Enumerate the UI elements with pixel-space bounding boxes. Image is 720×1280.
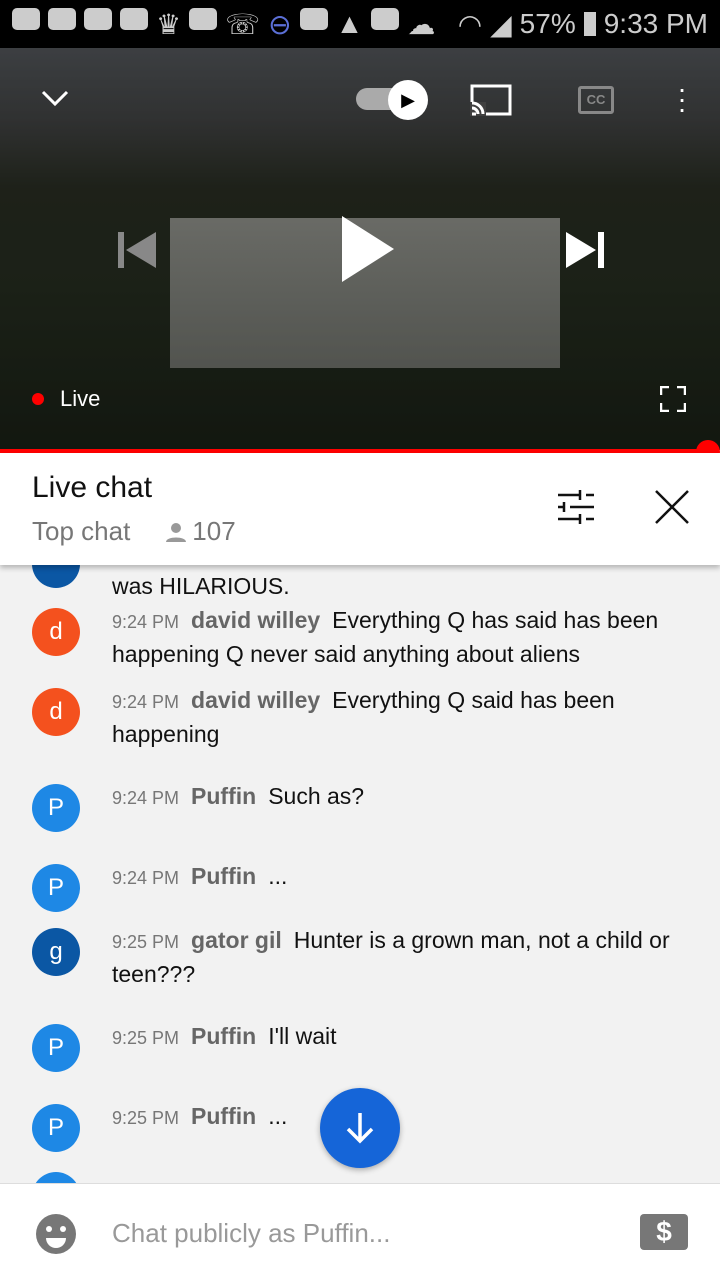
battery-percent: 57% — [519, 8, 576, 39]
message-author[interactable]: gator gil — [191, 927, 282, 953]
live-dot — [32, 393, 44, 405]
status-bar: ♛ ☏ ⊖ ▲ ☁ ◠ ◢ 57% 9:33 PM — [0, 0, 720, 48]
emoji-icon[interactable] — [36, 1214, 76, 1254]
youtube-notification-icon — [84, 7, 112, 30]
folder-icon — [299, 7, 328, 30]
message-author[interactable]: Puffin — [191, 1103, 256, 1129]
avatar: P — [32, 1024, 80, 1072]
signal-icon: ◢ — [490, 8, 512, 40]
chat-input[interactable]: Chat publicly as Puffin... — [112, 1218, 390, 1249]
message-time: 9:25 PM — [112, 1108, 180, 1128]
message-time: 9:24 PM — [112, 788, 180, 808]
chat-mode-selector[interactable]: Top chat — [32, 516, 130, 547]
message-time: 9:25 PM — [112, 932, 180, 952]
avatar: d — [32, 608, 80, 656]
chevron-down-icon[interactable] — [40, 88, 70, 108]
message-time: 9:25 PM — [112, 1028, 180, 1048]
scroll-to-bottom-button[interactable] — [320, 1088, 400, 1168]
youtube-notification-icon — [120, 7, 148, 30]
avatar: P — [32, 784, 80, 832]
message-text: ... — [268, 863, 288, 889]
message-time: 9:24 PM — [112, 612, 180, 632]
avatar-initial: d — [49, 618, 63, 645]
autoplay-toggle[interactable]: ▶ — [356, 80, 428, 120]
message-time: 9:24 PM — [112, 868, 180, 888]
pokeball-icon: ⊖ — [268, 8, 292, 40]
cast-icon[interactable] — [470, 84, 512, 116]
message-author[interactable]: david willey — [191, 687, 320, 713]
arrow-down-icon — [346, 1113, 374, 1144]
youtube-notification-icon — [48, 7, 76, 30]
message-text: I'll wait — [268, 1023, 337, 1049]
super-chat-icon[interactable]: $ — [640, 1214, 688, 1250]
play-icon[interactable] — [340, 216, 396, 282]
avatar-initial: P — [47, 794, 64, 821]
avatar-initial: d — [49, 698, 63, 725]
avatar-initial: g — [49, 938, 63, 965]
message-text: ... — [268, 1103, 288, 1129]
message-text: Everything Q said has been happening — [112, 687, 615, 747]
message-author[interactable]: Puffin — [191, 1023, 256, 1049]
more-options-icon[interactable]: · · · — [672, 75, 692, 123]
image-icon — [371, 7, 400, 30]
avatar-initial: P — [47, 1114, 64, 1141]
live-indicator: Live — [32, 386, 100, 412]
chat-header: Live chat Top chat 107 — [0, 453, 720, 565]
message-author[interactable]: Puffin — [191, 783, 256, 809]
message-author[interactable]: david willey — [191, 607, 320, 633]
chat-title: Live chat — [32, 471, 153, 504]
person-icon — [166, 522, 187, 542]
missed-call-icon: ☏ — [225, 8, 261, 40]
avatar: P — [32, 1104, 80, 1152]
youtube-notification-icon — [12, 7, 40, 30]
message-time: 9:24 PM — [112, 692, 180, 712]
app-m-icon — [189, 7, 218, 30]
video-player[interactable]: ▶ CC · · · Live — [0, 48, 720, 450]
previous-icon[interactable] — [118, 232, 158, 268]
message-text: was HILARIOUS. — [112, 573, 290, 599]
avatar-initial: P — [47, 874, 64, 901]
message-author[interactable]: Puffin — [191, 863, 256, 889]
filter-settings-icon[interactable] — [556, 489, 596, 525]
clock: 9:33 PM — [603, 8, 708, 39]
chat-input-bar: Chat publicly as Puffin... $ — [0, 1183, 720, 1280]
crown-icon: ♛ — [156, 8, 182, 40]
close-icon[interactable] — [654, 489, 690, 525]
captions-icon[interactable]: CC — [578, 86, 614, 114]
cloud-icon: ☁ — [407, 8, 436, 40]
avatar: P — [32, 864, 80, 912]
fullscreen-icon[interactable] — [660, 386, 686, 412]
battery-icon — [583, 12, 596, 36]
viewer-count: 107 — [166, 516, 236, 547]
viewer-count-value: 107 — [192, 516, 236, 546]
warning-icon: ▲ — [335, 7, 364, 39]
wifi-icon: ◠ — [457, 8, 483, 40]
avatar: g — [32, 928, 80, 976]
message-text: Such as? — [268, 783, 365, 809]
avatar: d — [32, 688, 80, 736]
live-label: Live — [60, 386, 101, 411]
avatar-initial: P — [47, 1034, 64, 1061]
next-icon[interactable] — [566, 232, 606, 268]
